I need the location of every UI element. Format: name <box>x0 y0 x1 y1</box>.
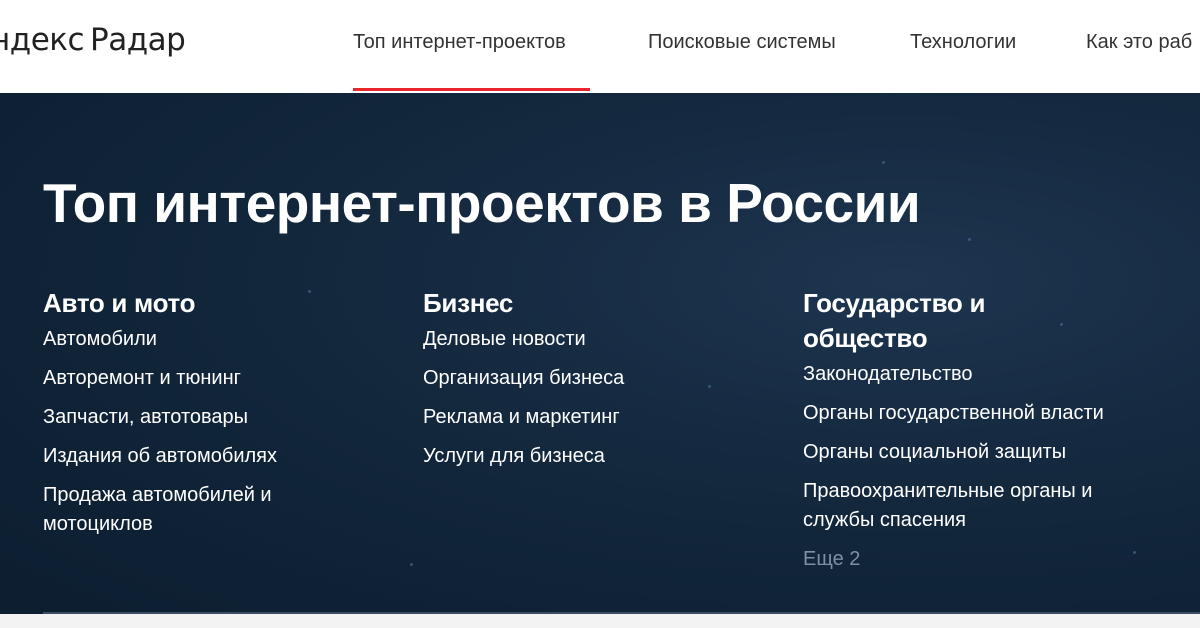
show-more-link[interactable]: Еще 2 <box>803 545 1143 574</box>
active-tab-indicator <box>353 88 590 91</box>
background-star <box>882 161 885 164</box>
nav-tab-technologies[interactable]: Технологии <box>910 31 1016 54</box>
main-nav: Топ интернет-проектов Поисковые системы … <box>0 0 1200 93</box>
category-link[interactable]: Издания об автомобилях <box>43 442 403 471</box>
category-link[interactable]: Автомобили <box>43 325 403 354</box>
nav-tab-how-it-works[interactable]: Как это раб <box>1086 31 1192 54</box>
page-bottom-strip <box>0 614 1200 628</box>
nav-tab-search-engines[interactable]: Поисковые системы <box>648 31 836 54</box>
page-title: Топ интернет-проектов в России <box>43 172 921 234</box>
nav-tab-top-projects[interactable]: Топ интернет-проектов <box>353 31 566 54</box>
category-link[interactable]: Продажа автомобилей и мотоциклов <box>43 481 333 539</box>
category-link[interactable]: Организация бизнеса <box>423 364 783 393</box>
category-link[interactable]: Правоохранительные органы и службы спасе… <box>803 477 1128 535</box>
category-link[interactable]: Авторемонт и тюнинг <box>43 364 403 393</box>
category-column-government: Государство и общество Законодательство … <box>803 286 1143 574</box>
category-link[interactable]: Услуги для бизнеса <box>423 442 783 471</box>
category-link[interactable]: Запчасти, автотовары <box>43 403 403 432</box>
category-link[interactable]: Законодательство <box>803 360 1143 389</box>
category-heading[interactable]: Авто и мото <box>43 286 403 321</box>
category-heading[interactable]: Государство и общество <box>803 286 1033 356</box>
category-link[interactable]: Реклама и маркетинг <box>423 403 783 432</box>
background-star <box>410 563 413 566</box>
category-column-auto: Авто и мото Автомобили Авторемонт и тюни… <box>43 286 403 549</box>
category-heading[interactable]: Бизнес <box>423 286 783 321</box>
category-link[interactable]: Органы социальной защиты <box>803 438 1143 467</box>
category-column-business: Бизнес Деловые новости Организация бизне… <box>423 286 783 481</box>
hero-section: Топ интернет-проектов в России Авто и мо… <box>0 93 1200 628</box>
category-link[interactable]: Деловые новости <box>423 325 783 354</box>
background-star <box>968 238 971 241</box>
top-navigation-bar: ндексРадар Топ интернет-проектов Поисков… <box>0 0 1200 93</box>
category-link[interactable]: Органы государственной власти <box>803 399 1143 428</box>
